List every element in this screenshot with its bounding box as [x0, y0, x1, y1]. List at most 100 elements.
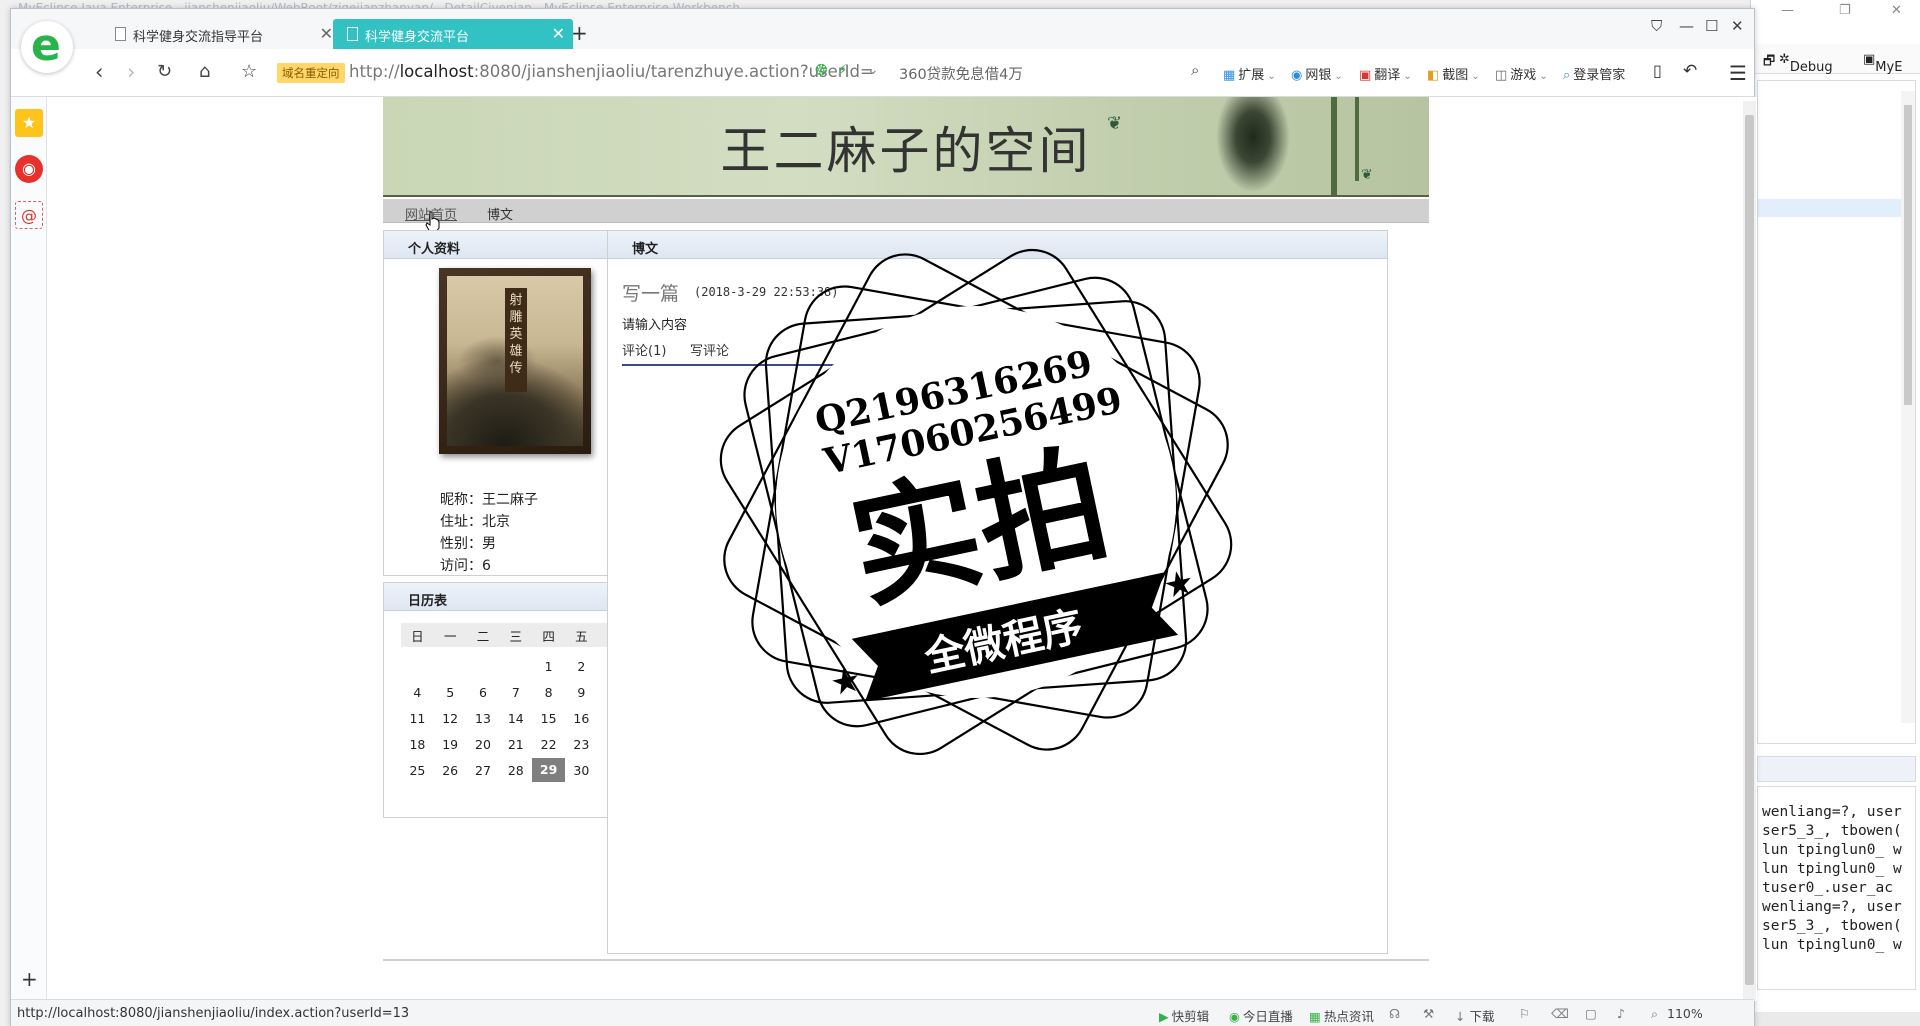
calendar-day[interactable]: 21 [499, 737, 532, 752]
profile-avatar[interactable]: 射雕英雄传 [439, 268, 591, 454]
favorites-icon[interactable]: ★ [15, 109, 43, 137]
tool-ebank[interactable]: ◉ 网银 ⌄ [1291, 64, 1343, 83]
myeclipse-perspective[interactable]: ▣ MyE [1863, 52, 1902, 75]
calendar-day[interactable]: 7 [499, 685, 532, 700]
redirect-badge[interactable]: 域名重定向 [277, 63, 345, 83]
menu-icon[interactable]: ☰ [1729, 61, 1747, 85]
sidebar-add-icon[interactable]: + [21, 967, 38, 991]
calendar-day[interactable]: 12 [434, 711, 467, 726]
status-tool-icon[interactable]: ⚒ [1423, 1006, 1434, 1021]
post-comments-link[interactable]: 评论(1) [622, 340, 666, 359]
calendar-day[interactable]: 20 [467, 737, 500, 752]
weibo-icon[interactable]: ◉ [15, 155, 43, 183]
news-icon: ▦ [1309, 1009, 1321, 1024]
background-ide-window: — ❐ ✕ 🗗 ✲ Debug ▣ MyE wenliang=?, user s… [1750, 0, 1920, 1026]
calendar-day[interactable]: 8 [532, 685, 565, 700]
tab-fitness-guide[interactable]: 科学健身交流指导平台 ✕ [101, 19, 341, 49]
calendar-week-row: 18192021222324 [401, 731, 631, 757]
undo-icon[interactable]: ↶ [1683, 61, 1697, 81]
ebank-icon: ◉ [1291, 68, 1303, 83]
calendar-day[interactable]: 11 [401, 711, 434, 726]
tool-extensions[interactable]: ▦ 扩展 ⌄ [1223, 64, 1276, 83]
calendar-day[interactable]: 9 [565, 685, 598, 700]
calendar-day[interactable]: 27 [467, 763, 500, 778]
calendar-day[interactable]: 19 [434, 737, 467, 752]
status-quick-edit[interactable]: ▶ 快剪辑 [1159, 1006, 1209, 1025]
home-icon[interactable]: ⌂ [199, 61, 210, 83]
tool-screenshot[interactable]: ◧ 截图 ⌄ [1427, 64, 1480, 83]
search-icon[interactable]: ⌕ [1191, 61, 1199, 79]
ide-editor-scrollbar[interactable] [1901, 91, 1915, 723]
close-icon[interactable]: ✕ [1891, 3, 1902, 18]
calendar-day[interactable]: 18 [401, 737, 434, 752]
page-scrollbar[interactable] [1743, 101, 1756, 1001]
status-download[interactable]: ↓ 下载 [1455, 1006, 1494, 1025]
nav-blog-link[interactable]: 博文 [487, 204, 513, 223]
security-icon[interactable]: ❂ [815, 61, 828, 79]
bookmark-icon[interactable]: ▯ [1653, 61, 1662, 80]
mail-icon[interactable]: @ [15, 201, 43, 229]
speed-icon[interactable]: ⚡ [837, 61, 848, 79]
calendar-panel: 日历表 日一二三四五六12345678910111213141516171819… [383, 582, 643, 818]
profile-nickname: 昵称：王二麻子 [440, 492, 538, 508]
calendar-day[interactable]: 14 [499, 711, 532, 726]
reload-icon[interactable]: ↻ [157, 61, 172, 83]
minimize-icon[interactable]: — [1781, 3, 1794, 18]
site-title: 王二麻子的空间 [720, 122, 1092, 180]
forward-icon[interactable]: › [127, 61, 135, 83]
ide-console[interactable]: wenliang=?, user ser5_3_, tbowen( lun tp… [1757, 786, 1916, 990]
translate-icon: ▣ [1359, 68, 1372, 83]
profile-panel: 个人资料 射雕英雄传 昵称：王二麻子 住址：北京 性别：男 访问：6 [383, 230, 643, 576]
restore-icon[interactable]: ❐ [1839, 3, 1851, 18]
maximize-icon[interactable]: ☐ [1705, 17, 1718, 35]
address-bar[interactable]: http://localhost:8080/jianshenjiaoliu/ta… [349, 62, 874, 81]
address-dropdown-icon[interactable]: ⌄ [867, 62, 879, 78]
calendar-day[interactable]: 15 [532, 711, 565, 726]
status-live[interactable]: ◉ 今日直播 [1229, 1006, 1293, 1025]
calendar-day[interactable]: 25 [401, 763, 434, 778]
new-tab-icon[interactable]: + [571, 21, 588, 45]
tab-close-icon[interactable]: ✕ [552, 24, 565, 43]
back-icon[interactable]: ‹ [95, 61, 103, 83]
calendar-day[interactable]: 6 [467, 685, 500, 700]
calendar-day[interactable]: 26 [434, 763, 467, 778]
calendar-day[interactable]: 28 [499, 763, 532, 778]
perspective-icon[interactable]: 🗗 [1763, 52, 1775, 74]
status-sound-icon[interactable]: ♪ [1617, 1006, 1625, 1021]
tab-bar: e 科学健身交流指导平台 ✕ 科学健身交流平台 ✕ + ⛉ — ☐ ✕ [11, 9, 1754, 73]
calendar-day[interactable]: 30 [565, 763, 598, 778]
debug-perspective[interactable]: ✲ Debug [1779, 52, 1833, 75]
browser-logo-icon[interactable]: e [21, 20, 73, 73]
calendar-day[interactable]: 5 [434, 685, 467, 700]
ide-editor[interactable] [1757, 80, 1916, 744]
tab-fitness-platform[interactable]: 科学健身交流平台 ✕ [333, 19, 573, 49]
search-input[interactable]: 360贷款免息借4万 [899, 63, 1023, 84]
minimize-icon[interactable]: — [1679, 17, 1694, 35]
post-title[interactable]: 写一篇 [622, 279, 679, 306]
calendar-day[interactable]: 23 [565, 737, 598, 752]
status-accelerate-icon[interactable]: ☊ [1389, 1006, 1400, 1021]
calendar-weekday: 三 [509, 628, 523, 644]
skin-icon[interactable]: ⛉ [1651, 17, 1662, 35]
tool-games[interactable]: ◫ 游戏 ⌄ [1495, 64, 1548, 83]
calendar-day-today[interactable]: 29 [532, 758, 565, 782]
calendar-day[interactable]: 22 [532, 737, 565, 752]
calendar-day[interactable]: 4 [401, 685, 434, 700]
tab-close-icon[interactable]: ✕ [320, 24, 333, 43]
status-news[interactable]: ▦ 热点资讯 [1309, 1006, 1374, 1025]
status-cleanup-icon[interactable]: ⌫ [1551, 1006, 1569, 1021]
tool-login-manager[interactable]: ⌕ 登录管家 [1563, 64, 1625, 83]
status-hover-url: http://localhost:8080/jianshenjiaoliu/in… [17, 1006, 410, 1021]
tool-translate[interactable]: ▣ 翻译 ⌄ [1359, 64, 1412, 83]
calendar-day[interactable]: 2 [565, 659, 598, 674]
close-icon[interactable]: ✕ [1731, 17, 1744, 35]
calendar-day[interactable]: 1 [532, 659, 565, 674]
calendar-day[interactable]: 13 [467, 711, 500, 726]
favorite-star-icon[interactable]: ☆ [241, 61, 257, 83]
status-zoom[interactable]: 110% [1667, 1006, 1703, 1021]
zoom-icon[interactable]: ⌕ [1651, 1006, 1658, 1022]
status-window-icon[interactable]: ▢ [1585, 1006, 1597, 1021]
calendar-day[interactable]: 16 [565, 711, 598, 726]
ide-selected-line [1758, 199, 1901, 217]
status-flag-icon[interactable]: ⚐ [1519, 1006, 1530, 1021]
